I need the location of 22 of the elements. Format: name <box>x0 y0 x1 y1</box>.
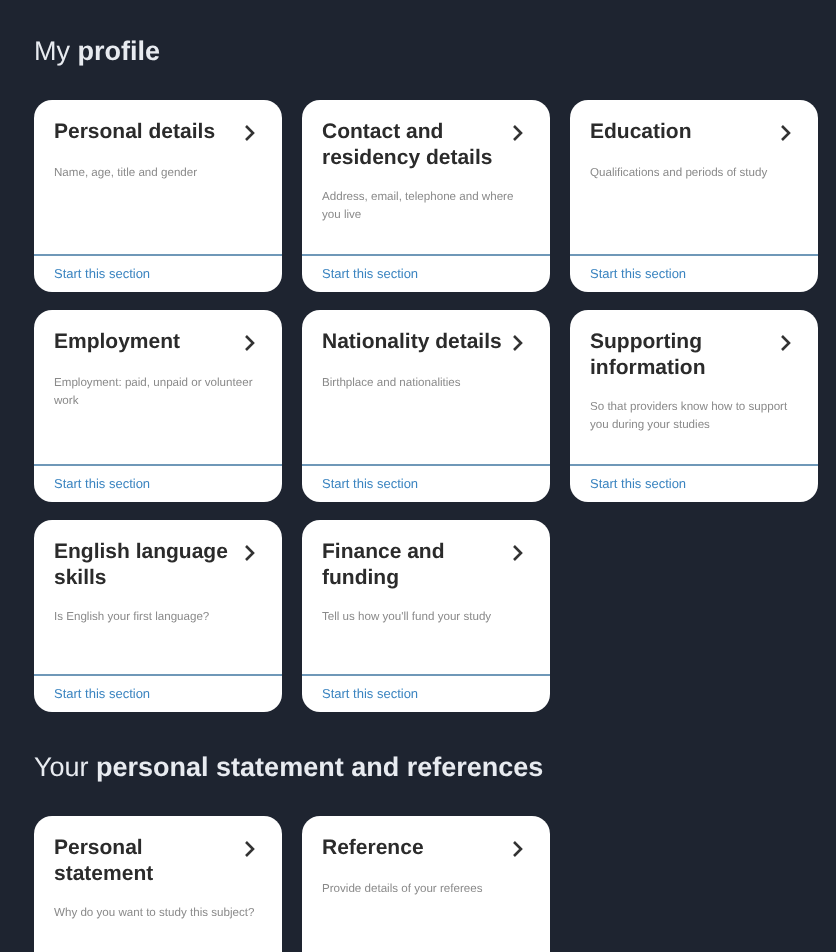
chevron-right-icon <box>780 334 792 352</box>
card-title: Finance and funding <box>322 540 447 590</box>
section-heading: My profile <box>34 36 163 66</box>
chevron-right-icon <box>244 124 256 142</box>
chevron-right-icon <box>244 334 256 352</box>
card-title: Reference <box>322 836 424 861</box>
card-title: Contact and residency details <box>322 120 495 170</box>
chevron-right-icon <box>780 124 792 142</box>
card-title: Employment <box>54 330 181 355</box>
card-title: Personal details <box>54 120 216 145</box>
chevron-right-icon <box>512 124 524 142</box>
chevron-right-icon <box>244 840 256 858</box>
card-title: Personal statement <box>54 836 156 886</box>
card-title: English language skills <box>54 540 230 590</box>
chevron-right-icon <box>512 334 524 352</box>
chevron-right-icon <box>512 840 524 858</box>
section-heading: Your personal statement and references <box>34 752 546 782</box>
card-title: Supporting information <box>590 330 708 380</box>
card-title: Education <box>590 120 692 145</box>
chevron-right-icon <box>512 544 524 562</box>
card-title: Nationality details <box>322 330 502 355</box>
chevron-right-icon <box>244 544 256 562</box>
